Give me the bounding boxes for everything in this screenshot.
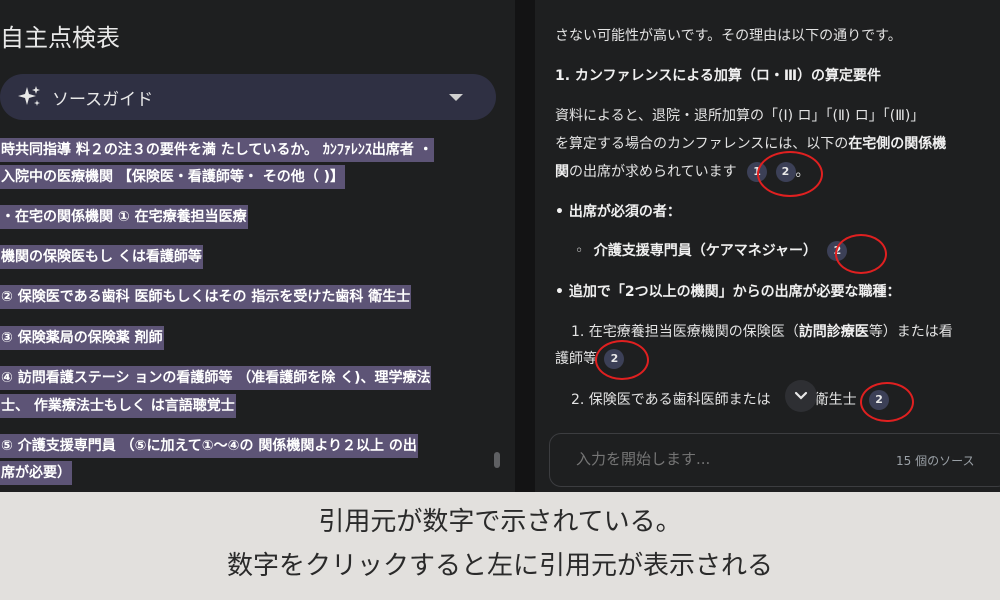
sparkle-icon [18, 86, 40, 106]
source-count: 15 個のソース [896, 454, 975, 468]
chat-pane: さない可能性が高いです。その理由は以下の通りです。 1. カンファレンスによる加… [535, 0, 1000, 492]
chevron-down-icon[interactable] [449, 94, 463, 101]
list-heading: • 追加で「2つ以上の機関」からの出席が必要な職種： [555, 284, 901, 300]
list-item: 2. 保険医である歯科医師または 科衛生士 2 [571, 389, 890, 411]
caption-banner: 引用元が数字で示されている。 数字をクリックすると左に引用元が表示される [0, 492, 1000, 600]
excerpt-line: 席が必要） [0, 461, 72, 485]
excerpt-line: ④ 訪問看護ステーシ ョンの看護師等 （准看護師を除 く)、理学療法 [0, 366, 432, 390]
paragraph-line: を算定する場合のカンファレンスには、以下の在宅側の関係機 [555, 136, 947, 152]
excerpt-line: ② 保険医である歯科 医師もしくはその 指示を受けた歯科 衛生士 [0, 285, 412, 309]
paragraph-line: 資料によると、退院・退所加算の「(Ⅰ) ロ」「(Ⅱ) ロ」「(Ⅲ)」 [555, 108, 925, 124]
list-heading: • 出席が必須の者： [555, 204, 681, 220]
excerpt-line: ③ 保険薬局の保険薬 剤師 [0, 326, 164, 350]
scroll-down-button[interactable] [785, 380, 817, 412]
annotation-circle [835, 234, 887, 274]
excerpt-line: 入院中の医療機関 【保険医・看護師等・ その他（ )】 [0, 165, 346, 189]
pane-divider[interactable] [515, 0, 535, 492]
source-title: 自主点検表 [0, 24, 120, 52]
excerpt-line: 機関の保険医もし くは看護師等 [0, 245, 203, 269]
scrollbar-thumb[interactable] [494, 452, 500, 468]
annotation-circle [860, 382, 914, 422]
excerpt-line: ⑤ 介護支援専門員 （⑤に加えて①～④の 関係機関より２以上 の出 [0, 434, 418, 458]
chat-input[interactable] [576, 450, 856, 468]
caption-line: 数字をクリックすると左に引用元が表示される [226, 551, 773, 581]
annotation-circle [757, 151, 823, 197]
list-item: ◦ 介護支援専門員（ケアマネジャー） 2 [575, 240, 848, 262]
source-guide-label: ソースガイド [52, 89, 154, 110]
chevron-down-icon [794, 391, 808, 400]
excerpt-line: 士、 作業療法士もしく は言語聴覚士 [0, 394, 236, 418]
caption-line: 引用元が数字で示されている。 [318, 507, 682, 537]
source-guide-toggle[interactable]: ソースガイド [0, 74, 496, 120]
annotation-circle [595, 340, 649, 380]
excerpt-line: 時共同指導 料２の注３の要件を満 たしているか。 ｶﾝﾌｧﾚﾝｽ出席者 ・ [0, 138, 434, 162]
excerpt-line: ・在宅の関係機関 ① 在宅療養担当医療 [0, 205, 248, 229]
source-pane: 自主点検表 ソースガイド 時共同指導 料２の注３の要件を満 たしているか。 ｶﾝ… [0, 0, 515, 492]
section-heading: 1. カンファレンスによる加算（ロ・Ⅲ）の算定要件 [555, 68, 882, 84]
chat-intro: さない可能性が高いです。その理由は以下の通りです。 [555, 28, 902, 44]
chat-composer[interactable]: 15 個のソース [549, 433, 1000, 487]
